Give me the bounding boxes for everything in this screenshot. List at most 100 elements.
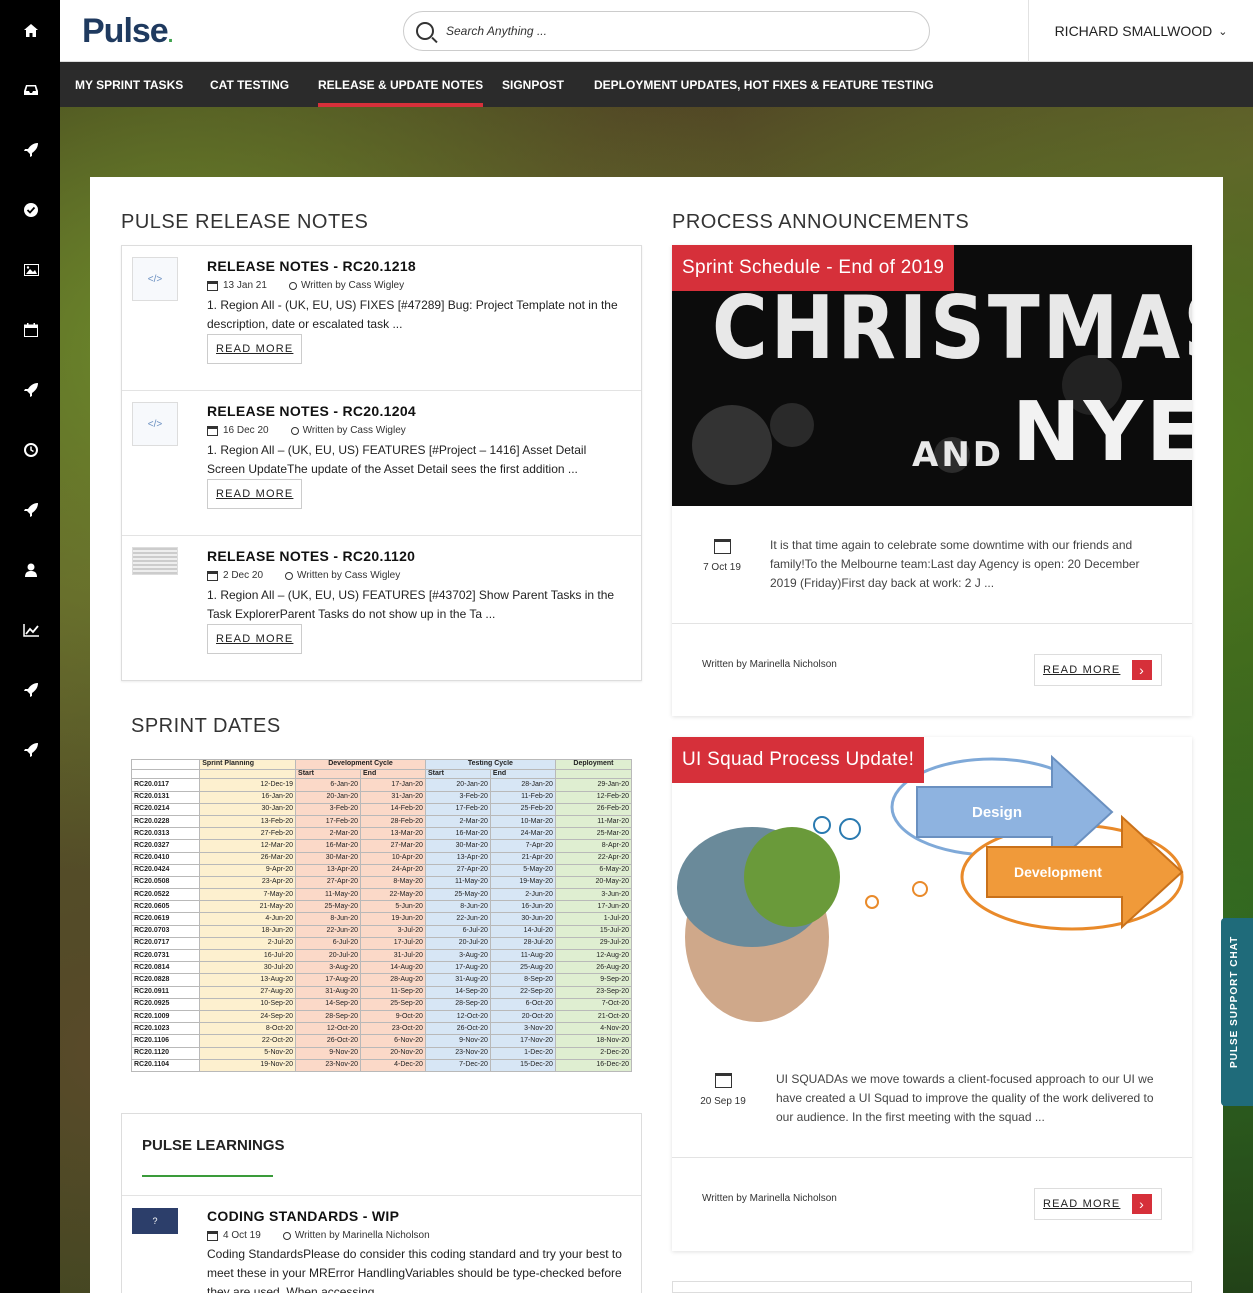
- learnings-underline: [142, 1175, 273, 1177]
- table-cell: RC20.0522: [130, 888, 201, 902]
- table-cell: 3-Nov-20: [489, 1022, 556, 1036]
- table-cell: 18-Nov-20: [554, 1034, 633, 1048]
- table-cell: 22-Apr-20: [554, 851, 633, 865]
- table-header: [199, 768, 297, 780]
- table-cell: 1-Jul-20: [554, 912, 633, 926]
- read-more-button[interactable]: READ MORE: [207, 479, 303, 509]
- release-title[interactable]: RELEASE NOTES - RC20.1218: [207, 258, 416, 274]
- table-cell: 6-Jul-20: [295, 936, 361, 951]
- user-menu[interactable]: RICHARD SMALLWOOD ⌄: [1028, 0, 1253, 62]
- learning-thumbnail[interactable]: ?: [132, 1208, 178, 1234]
- table-cell: 22-Sep-20: [489, 985, 556, 999]
- person-icon: [285, 571, 294, 580]
- table-cell: 4-Jun-20: [199, 912, 297, 926]
- table-cell: 31-Aug-20: [424, 973, 491, 987]
- table-row: RC20.0410 26-Mar-20 30-Mar-20 10-Apr-20 13-A…: [130, 851, 633, 865]
- table-cell: 20-Nov-20: [360, 1046, 426, 1060]
- table-cell: RC20.0619: [130, 912, 201, 926]
- read-more-button[interactable]: READ MORE: [207, 624, 303, 654]
- table-cell: 2-Mar-20: [295, 827, 361, 841]
- rocket-icon[interactable]: [20, 139, 42, 161]
- calendar-icon[interactable]: [20, 319, 42, 341]
- read-more-button[interactable]: READ MORE ›: [1034, 654, 1162, 686]
- sprint-table-body: RC20.0117 12-Dec-19 6-Jan-20 17-Jan-20 20-Ja…: [130, 778, 633, 1073]
- release-title[interactable]: RELEASE NOTES - RC20.1204: [207, 403, 416, 419]
- header: Pulse. RICHARD SMALLWOOD ⌄: [60, 0, 1253, 62]
- user-icon[interactable]: [20, 559, 42, 581]
- table-cell: 29-Jan-20: [554, 778, 633, 792]
- table-cell: 3-Aug-20: [424, 948, 491, 963]
- nav-signpost[interactable]: SIGNPOST: [502, 62, 564, 107]
- table-cell: 13-Apr-20: [295, 863, 361, 877]
- sprint-dates-table: Sprint Planning Development Cycle Testin…: [130, 759, 633, 1073]
- table-header: End: [360, 768, 426, 780]
- divider: [672, 1157, 1192, 1158]
- release-notes-list: </> RELEASE NOTES - RC20.1218 13 Jan 21 …: [121, 245, 642, 681]
- image-icon[interactable]: [20, 259, 42, 281]
- table-cell: 6-Nov-20: [360, 1034, 426, 1048]
- logo[interactable]: Pulse.: [82, 12, 173, 51]
- announcement-tag[interactable]: Sprint Schedule - End of 2019: [672, 245, 955, 291]
- code-file-icon[interactable]: </>: [132, 257, 178, 301]
- table-cell: 21-Apr-20: [489, 851, 556, 865]
- chart-line-icon[interactable]: [20, 619, 42, 641]
- table-row: RC20.1106 22-Oct-20 26-Oct-20 6-Nov-20 9-Nov…: [130, 1034, 633, 1048]
- nav-deployment-updates[interactable]: DEPLOYMENT UPDATES, HOT FIXES & FEATURE …: [594, 62, 934, 107]
- rocket-icon[interactable]: [20, 379, 42, 401]
- table-cell: 22-Jun-20: [424, 912, 491, 926]
- table-cell: 11-Mar-20: [554, 814, 633, 829]
- support-chat-label: PULSE SUPPORT CHAT: [1229, 935, 1240, 1068]
- table-cell: 5-May-20: [489, 863, 556, 877]
- rocket-icon[interactable]: [20, 679, 42, 701]
- table-cell: RC20.0911: [130, 985, 201, 999]
- person-icon: [290, 426, 299, 435]
- table-cell: 2-Jul-20: [199, 936, 297, 951]
- home-icon[interactable]: [20, 19, 42, 41]
- clock-icon[interactable]: [20, 439, 42, 461]
- sprint-dates-title: SPRINT DATES: [131, 715, 281, 737]
- table-cell: 6-Jul-20: [424, 924, 491, 938]
- table-cell: 4-Dec-20: [360, 1058, 426, 1073]
- support-chat-tab[interactable]: PULSE SUPPORT CHAT: [1221, 918, 1253, 1106]
- rocket-icon[interactable]: [20, 739, 42, 761]
- table-cell: 11-Feb-20: [489, 790, 556, 804]
- table-cell: RC20.1104: [130, 1058, 201, 1073]
- announcement-tag[interactable]: UI Squad Process Update!: [672, 737, 925, 783]
- release-title[interactable]: RELEASE NOTES - RC20.1120: [207, 548, 415, 564]
- read-more-button[interactable]: READ MORE: [207, 334, 303, 364]
- learnings-title: PULSE LEARNINGS: [142, 1137, 285, 1154]
- table-cell: 9-Nov-20: [424, 1034, 491, 1048]
- rocket-icon[interactable]: [20, 499, 42, 521]
- table-row: RC20.1104 19-Nov-20 23-Nov-20 4-Dec-20 7-Dec…: [130, 1058, 633, 1073]
- nav-my-sprint-tasks[interactable]: MY SPRINT TASKS: [75, 62, 183, 107]
- check-circle-icon[interactable]: [20, 199, 42, 221]
- divider: [122, 1195, 641, 1196]
- table-cell: 31-Aug-20: [295, 985, 361, 999]
- table-cell: 30-Jan-20: [199, 802, 297, 816]
- read-more-button[interactable]: READ MORE ›: [1034, 1188, 1162, 1220]
- announcement-excerpt: It is that time again to celebrate some …: [770, 538, 1140, 590]
- inbox-icon[interactable]: [20, 79, 42, 101]
- table-header: [554, 768, 633, 780]
- table-cell: 13-Mar-20: [360, 827, 426, 841]
- table-cell: 22-Oct-20: [199, 1034, 297, 1048]
- table-cell: RC20.1106: [130, 1034, 201, 1048]
- table-cell: 27-Feb-20: [199, 827, 297, 841]
- table-cell: 7-Apr-20: [489, 839, 556, 853]
- nav-cat-testing[interactable]: CAT TESTING: [210, 62, 289, 107]
- learning-title[interactable]: CODING STANDARDS - WIP: [207, 1208, 399, 1224]
- image-word: Development: [1014, 864, 1102, 880]
- nav-release-update-notes[interactable]: RELEASE & UPDATE NOTES: [318, 62, 484, 107]
- code-file-icon[interactable]: </>: [132, 402, 178, 446]
- table-cell: RC20.0131: [130, 790, 201, 804]
- table-cell: 7-Dec-20: [424, 1058, 491, 1073]
- table-cell: 23-Sep-20: [554, 985, 633, 999]
- calendar-icon: [207, 425, 218, 436]
- search-input[interactable]: [446, 24, 906, 38]
- table-cell: 14-Aug-20: [360, 961, 426, 975]
- user-name: RICHARD SMALLWOOD: [1054, 23, 1213, 39]
- learning-excerpt: Coding StandardsPlease do consider this …: [207, 1247, 622, 1293]
- document-thumbnail[interactable]: [132, 547, 178, 575]
- search-icon[interactable]: [416, 22, 434, 40]
- release-excerpt: 1. Region All – (UK, EU, US) FEATURES [#…: [207, 443, 587, 476]
